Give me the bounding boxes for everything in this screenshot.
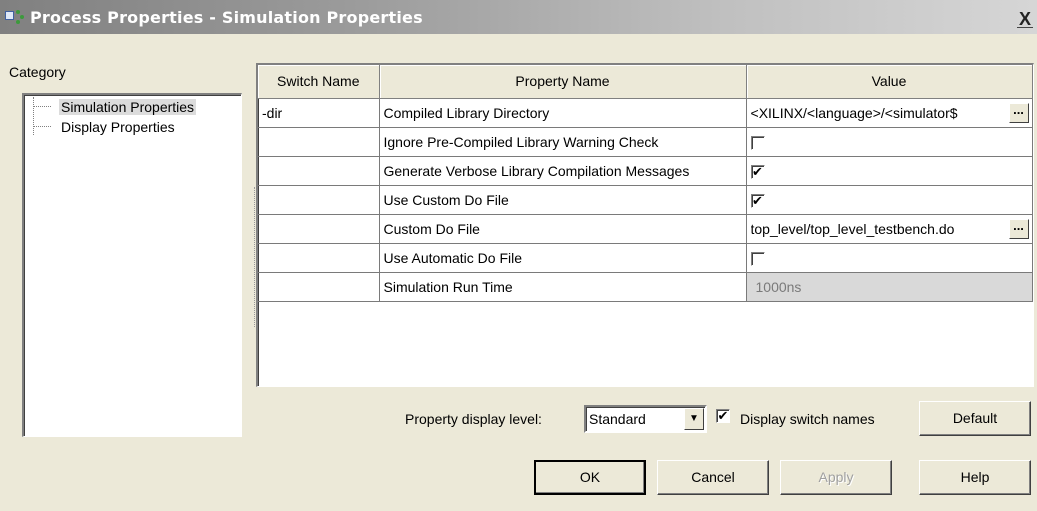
value-cell[interactable]: ✔ <box>746 185 1033 215</box>
value-checkbox[interactable] <box>750 251 765 266</box>
browse-button[interactable]: ... <box>1008 218 1029 239</box>
property-grid[interactable]: Switch Name Property Name Value -dir Com… <box>256 63 1034 387</box>
title-bar[interactable]: Process Properties - Simulation Properti… <box>0 0 1037 34</box>
property-cell: Compiled Library Directory <box>379 98 747 128</box>
table-row[interactable]: Generate Verbose Library Compilation Mes… <box>258 156 1033 186</box>
grid-header-row: Switch Name Property Name Value <box>258 65 1033 99</box>
apply-button[interactable]: Apply <box>780 460 892 495</box>
value-cell[interactable]: top_level/top_level_testbench.do ... <box>746 214 1033 244</box>
table-row[interactable]: -dir Compiled Library Directory $XILINX/… <box>258 98 1033 128</box>
display-level-select[interactable]: Standard ▼ <box>584 405 707 433</box>
tree-connector <box>33 97 34 135</box>
value-cell[interactable] <box>746 127 1033 157</box>
table-row[interactable]: Ignore Pre-Compiled Library Warning Chec… <box>258 127 1033 157</box>
close-button[interactable]: X <box>1017 10 1033 28</box>
property-cell: Custom Do File <box>379 214 747 244</box>
tree-connector <box>33 106 51 107</box>
ok-button[interactable]: OK <box>534 460 646 495</box>
property-cell: Use Automatic Do File <box>379 243 747 273</box>
display-level-label: Property display level: <box>405 411 542 427</box>
process-properties-icon <box>4 8 26 26</box>
table-row[interactable]: Use Custom Do File ✔ <box>258 185 1033 215</box>
value-cell[interactable] <box>746 243 1033 273</box>
category-label: Category <box>9 64 66 80</box>
table-row[interactable]: Use Automatic Do File <box>258 243 1033 273</box>
switch-cell <box>258 243 380 273</box>
help-button[interactable]: Help <box>919 460 1031 495</box>
value-checkbox[interactable] <box>750 135 765 150</box>
column-header-switch-name[interactable]: Switch Name <box>258 65 380 99</box>
property-cell: Ignore Pre-Compiled Library Warning Chec… <box>379 127 747 157</box>
category-tree[interactable]: Simulation Properties Display Properties <box>22 93 242 437</box>
column-header-property-name[interactable]: Property Name <box>379 65 747 99</box>
table-row[interactable]: Custom Do File top_level/top_level_testb… <box>258 214 1033 244</box>
switch-cell: -dir <box>258 98 380 128</box>
value-checkbox[interactable]: ✔ <box>750 193 765 208</box>
value-text[interactable]: top_level/top_level_testbench.do <box>751 221 995 237</box>
value-checkbox[interactable]: ✔ <box>750 164 765 179</box>
browse-button[interactable]: ... <box>1008 102 1029 123</box>
switch-cell <box>258 156 380 186</box>
cancel-button[interactable]: Cancel <box>657 460 769 495</box>
window-title: Process Properties - Simulation Properti… <box>30 7 423 27</box>
property-cell: Generate Verbose Library Compilation Mes… <box>379 156 747 186</box>
category-item-label: Display Properties <box>61 118 175 135</box>
value-text[interactable]: $XILINX/<language>/<simulator> <box>751 105 995 121</box>
display-switch-names-checkbox[interactable]: ✔ <box>716 409 730 423</box>
column-header-value[interactable]: Value <box>746 65 1033 99</box>
switch-cell <box>258 185 380 215</box>
value-cell[interactable]: ✔ <box>746 156 1033 186</box>
switch-cell <box>258 127 380 157</box>
table-row[interactable]: Simulation Run Time 1000ns <box>258 272 1033 302</box>
switch-cell <box>258 214 380 244</box>
tree-connector <box>33 126 51 127</box>
value-text: 1000ns <box>755 279 802 296</box>
display-switch-names-label: Display switch names <box>740 411 875 427</box>
value-cell-disabled: 1000ns <box>746 272 1033 302</box>
property-cell: Use Custom Do File <box>379 185 747 215</box>
default-button[interactable]: Default <box>919 401 1031 436</box>
switch-cell <box>258 272 380 302</box>
category-item-label: Simulation Properties <box>59 98 197 115</box>
dropdown-arrow-icon[interactable]: ▼ <box>684 408 704 430</box>
value-cell[interactable]: $XILINX/<language>/<simulator> ... <box>746 98 1033 128</box>
property-cell: Simulation Run Time <box>379 272 747 302</box>
display-level-value: Standard <box>589 411 646 427</box>
